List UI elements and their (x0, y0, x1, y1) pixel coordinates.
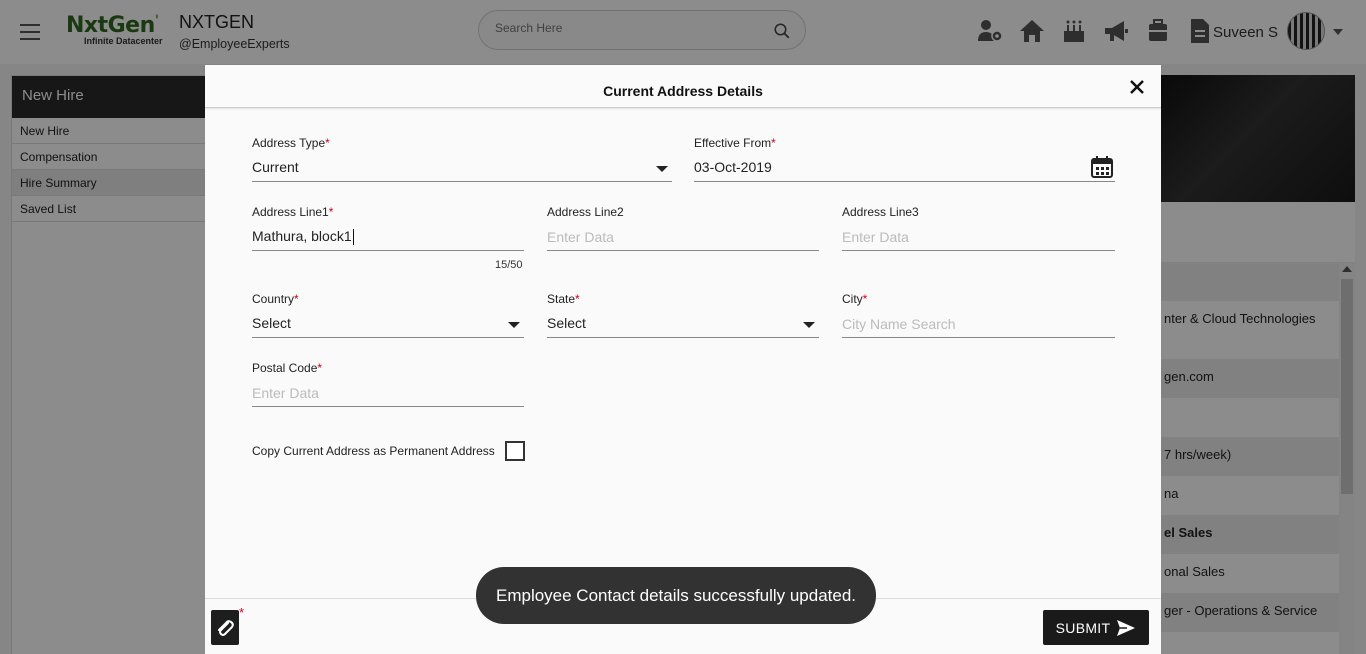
address-type-select[interactable]: Current (252, 156, 672, 182)
address-line1-field: Address Line1* Mathura, block1 (252, 205, 524, 251)
dropdown-arrow-icon[interactable] (508, 322, 520, 328)
submit-label: SUBMIT (1055, 619, 1111, 636)
attach-button[interactable] (211, 610, 239, 645)
effective-from-value: 03-Oct-2019 (694, 159, 772, 175)
required-marker: * (325, 136, 330, 150)
city-field: City* (842, 292, 1115, 338)
current-address-dialog: Current Address Details Address Type* Cu… (205, 65, 1161, 654)
state-select[interactable]: Select (547, 312, 819, 338)
close-icon[interactable] (1129, 79, 1145, 95)
dropdown-arrow-icon[interactable] (803, 322, 815, 328)
dropdown-arrow-icon[interactable] (656, 166, 668, 172)
effective-from-field: Effective From* 03-Oct-2019 (694, 136, 1115, 182)
address-line2-field: Address Line2 (547, 205, 819, 251)
address-line3-field: Address Line3 (842, 205, 1115, 251)
effective-from-input[interactable]: 03-Oct-2019 (694, 156, 1115, 182)
calendar-icon[interactable] (1091, 156, 1113, 178)
address-line1-input[interactable]: Mathura, block1 (252, 225, 524, 251)
required-marker: * (239, 605, 245, 620)
field-label: State (547, 292, 576, 306)
required-marker: * (771, 136, 776, 150)
copy-address-row: Copy Current Address as Permanent Addres… (252, 441, 525, 461)
copy-address-checkbox[interactable] (504, 441, 525, 461)
field-label: Address Line3 (842, 205, 919, 219)
state-field: State* Select (547, 292, 819, 338)
address-type-value: Current (252, 159, 299, 175)
success-toast: Employee Contact details successfully up… (476, 567, 876, 624)
required-marker: * (317, 361, 323, 375)
dialog-title: Current Address Details (205, 65, 1161, 108)
copy-address-label: Copy Current Address as Permanent Addres… (252, 444, 495, 458)
required-marker: * (575, 292, 580, 306)
postal-code-field: Postal Code* (252, 361, 524, 407)
submit-button[interactable]: SUBMIT (1043, 610, 1149, 645)
required-marker: * (862, 292, 868, 306)
field-label: Address Line1 (252, 205, 329, 219)
required-marker: * (294, 292, 299, 306)
send-icon (1117, 619, 1136, 636)
field-label: Effective From (694, 136, 772, 150)
character-counter: 15/50 (495, 259, 523, 271)
country-select[interactable]: Select (252, 312, 524, 338)
address-line3-input[interactable] (842, 227, 1115, 247)
paperclip-icon (218, 619, 234, 636)
field-label: Country (252, 292, 295, 306)
address-type-field: Address Type* Current (252, 136, 672, 182)
state-value: Select (547, 315, 586, 331)
field-label: Postal Code (252, 361, 318, 375)
toast-message: Employee Contact details successfully up… (495, 585, 857, 605)
postal-code-input[interactable] (252, 383, 524, 403)
field-label: Address Type (252, 136, 326, 150)
address-line1-value: Mathura, block1 (252, 228, 352, 244)
field-label: City (842, 292, 863, 306)
field-label: Address Line2 (547, 205, 624, 219)
address-line2-input[interactable] (547, 227, 819, 247)
required-marker: * (328, 205, 334, 219)
country-value: Select (252, 315, 291, 331)
text-cursor (352, 229, 354, 246)
city-search-input[interactable] (842, 314, 1115, 334)
country-field: Country* Select (252, 292, 524, 338)
